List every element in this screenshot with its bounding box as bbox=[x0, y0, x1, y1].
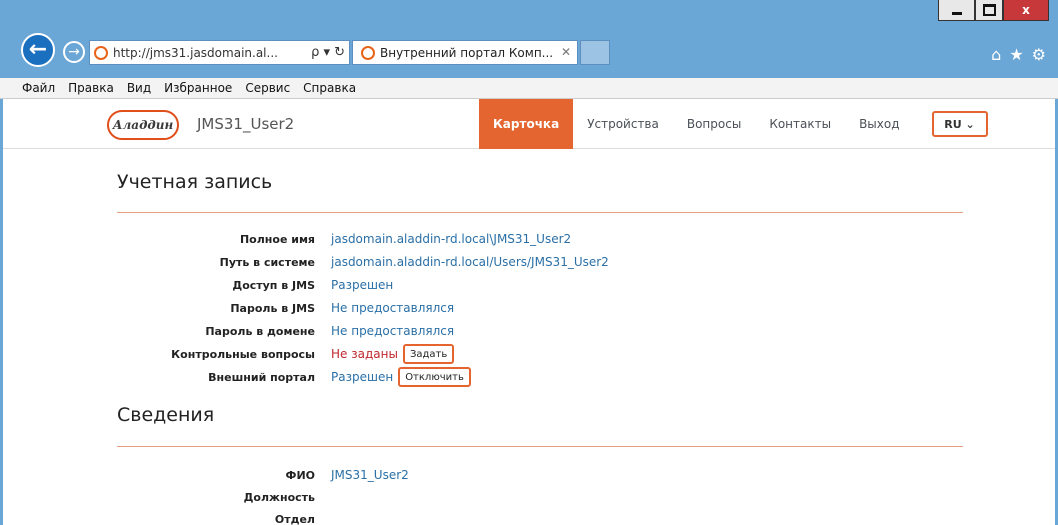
page-content: Аладдин JMS31_User2 Карточка Устройства … bbox=[0, 99, 1058, 525]
tab-title: Внутренний портал Комп... bbox=[380, 45, 554, 60]
set-questions-button[interactable]: Задать bbox=[402, 344, 455, 364]
nav-card[interactable]: Карточка bbox=[479, 99, 574, 149]
field-row: Контрольные вопросы Не заданы Задать bbox=[103, 344, 903, 364]
search-refresh-icons[interactable]: ρ ▾ ↻ bbox=[311, 45, 345, 60]
new-tab-button[interactable] bbox=[580, 40, 610, 65]
ie-tab-icon bbox=[361, 45, 375, 60]
account-section-title: Учетная запись bbox=[117, 171, 273, 193]
browser-nav-row: ← → http://jms31.jasdomain.al... ρ ▾ ↻ В… bbox=[0, 30, 1058, 67]
ie-icon bbox=[94, 45, 108, 60]
aladdin-logo[interactable]: Аладдин bbox=[107, 110, 179, 140]
security-questions-status: Не заданы bbox=[331, 347, 398, 361]
nav-contacts[interactable]: Контакты bbox=[755, 99, 845, 149]
field-row: Внешний портал Разрешен Отключить bbox=[103, 367, 903, 387]
info-divider bbox=[117, 446, 963, 447]
security-questions-value: Не заданы Задать bbox=[331, 344, 455, 364]
field-row: Отдел bbox=[103, 509, 903, 525]
back-arrow-icon[interactable]: ← bbox=[21, 33, 55, 67]
field-label: Пароль в JMS bbox=[230, 301, 315, 315]
browser-tool-icons: ⌂ ★ ⚙ bbox=[991, 45, 1046, 64]
minimize-button[interactable] bbox=[938, 0, 975, 21]
nav-logout[interactable]: Выход bbox=[845, 99, 913, 149]
field-label: Путь в системе bbox=[219, 255, 315, 269]
domain-password-value: Не предоставлялся bbox=[331, 324, 455, 338]
jms-access-value: Разрешен bbox=[331, 278, 394, 292]
field-label: Внешний портал bbox=[208, 370, 315, 384]
field-row: Пароль в JMS Не предоставлялся bbox=[103, 298, 903, 318]
field-label: ФИО bbox=[285, 468, 315, 482]
system-path-value[interactable]: jasdomain.aladdin-rd.local/Users/JMS31_U… bbox=[331, 255, 609, 269]
full-name-value[interactable]: jasdomain.aladdin-rd.local\JMS31_User2 bbox=[331, 232, 571, 246]
address-url: http://jms31.jasdomain.al... bbox=[113, 45, 278, 60]
field-row: Пароль в домене Не предоставлялся bbox=[103, 321, 903, 341]
field-label: Должность bbox=[243, 490, 315, 504]
field-label: Пароль в домене bbox=[205, 324, 315, 338]
favorites-star-icon[interactable]: ★ bbox=[1009, 45, 1023, 64]
current-username: JMS31_User2 bbox=[197, 115, 295, 133]
disable-portal-button[interactable]: Отключить bbox=[398, 367, 471, 387]
nav-devices[interactable]: Устройства bbox=[573, 99, 673, 149]
settings-gear-icon[interactable]: ⚙ bbox=[1032, 45, 1046, 64]
jms-password-value: Не предоставлялся bbox=[331, 301, 455, 315]
tab-close-icon[interactable]: ✕ bbox=[561, 45, 571, 59]
forward-arrow-icon[interactable]: → bbox=[63, 41, 85, 63]
menu-edit[interactable]: Правка bbox=[68, 81, 114, 95]
language-select[interactable]: RU ⌄ bbox=[931, 111, 988, 137]
field-row: Полное имя jasdomain.aladdin-rd.local\JM… bbox=[103, 229, 903, 249]
browser-tab[interactable]: Внутренний портал Комп... ✕ bbox=[352, 40, 578, 65]
address-bar[interactable]: http://jms31.jasdomain.al... ρ ▾ ↻ bbox=[89, 40, 350, 65]
field-label: Доступ в JMS bbox=[232, 278, 315, 292]
menu-help[interactable]: Справка bbox=[303, 81, 356, 95]
field-row: Доступ в JMS Разрешен bbox=[103, 275, 903, 295]
fio-value[interactable]: JMS31_User2 bbox=[331, 468, 409, 482]
main-nav: Карточка Устройства Вопросы Контакты Вых… bbox=[479, 99, 988, 149]
browser-chrome: x ← → http://jms31.jasdomain.al... ρ ▾ ↻… bbox=[0, 0, 1058, 78]
info-section-title: Сведения bbox=[117, 404, 215, 426]
menu-file[interactable]: Файл bbox=[22, 81, 55, 95]
home-icon[interactable]: ⌂ bbox=[991, 45, 1001, 64]
field-label: Полное имя bbox=[239, 232, 315, 246]
menu-favorites[interactable]: Избранное bbox=[164, 81, 232, 95]
site-header: Аладдин JMS31_User2 Карточка Устройства … bbox=[3, 99, 1055, 149]
menu-view[interactable]: Вид bbox=[127, 81, 151, 95]
external-portal-value: Разрешен Отключить bbox=[331, 367, 471, 387]
field-row: Должность bbox=[103, 487, 903, 507]
account-divider bbox=[117, 212, 963, 213]
nav-questions[interactable]: Вопросы bbox=[673, 99, 755, 149]
field-row: Путь в системе jasdomain.aladdin-rd.loca… bbox=[103, 252, 903, 272]
field-label: Контрольные вопросы bbox=[171, 347, 315, 361]
field-row: ФИО JMS31_User2 bbox=[103, 465, 903, 485]
menu-bar: Файл Правка Вид Избранное Сервис Справка bbox=[0, 78, 1058, 99]
close-window-button[interactable]: x bbox=[1003, 0, 1049, 21]
menu-tools[interactable]: Сервис bbox=[245, 81, 290, 95]
maximize-button[interactable] bbox=[975, 0, 1003, 21]
external-portal-status: Разрешен bbox=[331, 370, 394, 384]
window-controls: x bbox=[938, 0, 1049, 22]
field-label: Отдел bbox=[274, 512, 315, 525]
